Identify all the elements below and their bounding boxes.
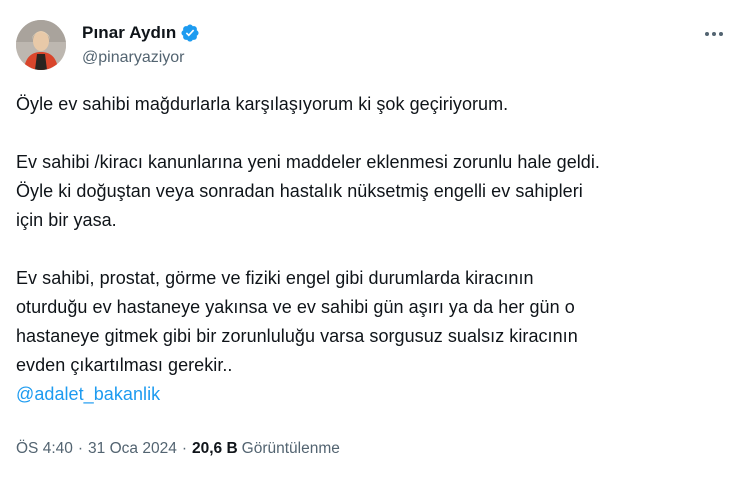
more-options-icon xyxy=(705,32,723,36)
tweet-meta: ÖS 4:40 · 31 Oca 2024 · 20,6 B Görüntüle… xyxy=(16,440,340,458)
views-count[interactable]: 20,6 B xyxy=(192,440,238,458)
mention-link[interactable]: @adalet_bakanlik xyxy=(16,384,160,404)
tweet-line: evden çıkartılması gerekir.. xyxy=(16,355,233,375)
tweet-text: Öyle ev sahibi mağdurlarla karşılaşıyoru… xyxy=(16,90,728,409)
tweet-line: Ev sahibi /kiracı kanunlarına yeni madde… xyxy=(16,152,600,172)
author-display-name[interactable]: Pınar Aydın xyxy=(82,23,176,43)
more-options-button[interactable] xyxy=(700,24,728,44)
tweet-line: hastaneye gitmek gibi bir zorunluluğu va… xyxy=(16,326,578,346)
tweet-line: Öyle ev sahibi mağdurlarla karşılaşıyoru… xyxy=(16,94,509,114)
tweet-line: için bir yasa. xyxy=(16,210,117,230)
tweet-line: Öyle ki doğuştan veya sonradan hastalık … xyxy=(16,181,583,201)
author-handle[interactable]: @pinaryaziyor xyxy=(82,49,200,67)
avatar[interactable] xyxy=(16,20,66,70)
verified-badge-icon xyxy=(180,23,200,43)
tweet-time[interactable]: ÖS 4:40 xyxy=(16,440,73,458)
tweet-date[interactable]: 31 Oca 2024 xyxy=(88,440,177,458)
tweet-line: oturduğu ev hastaneye yakınsa ve ev sahi… xyxy=(16,297,575,317)
tweet-paragraph-2: Ev sahibi /kiracı kanunlarına yeni madde… xyxy=(16,148,728,235)
views-label[interactable]: Görüntülenme xyxy=(242,440,340,458)
tweet-card: Pınar Aydın @pinaryaziyor Öyle ev sahibi… xyxy=(0,0,744,480)
author-info: Pınar Aydın @pinaryaziyor xyxy=(82,22,200,67)
tweet-line: Ev sahibi, prostat, görme ve fiziki enge… xyxy=(16,268,534,288)
meta-separator: · xyxy=(181,440,187,457)
tweet-header: Pınar Aydın @pinaryaziyor xyxy=(16,20,728,72)
display-name-row: Pınar Aydın xyxy=(82,22,200,44)
meta-separator: · xyxy=(77,440,84,457)
tweet-paragraph-3: Ev sahibi, prostat, görme ve fiziki enge… xyxy=(16,264,728,409)
tweet-paragraph-1: Öyle ev sahibi mağdurlarla karşılaşıyoru… xyxy=(16,90,728,119)
